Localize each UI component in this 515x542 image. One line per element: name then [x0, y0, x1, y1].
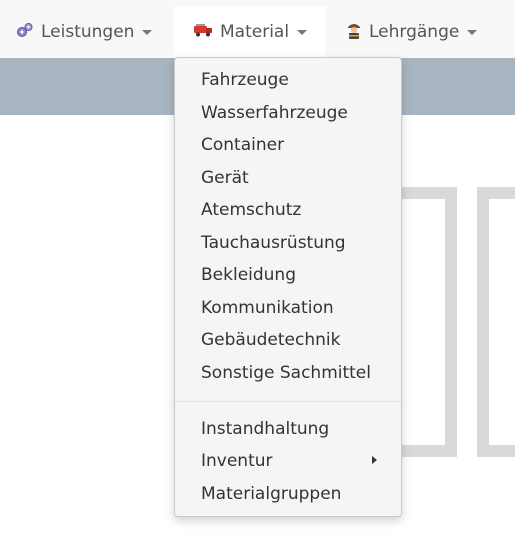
- menu-item-instandhaltung[interactable]: Instandhaltung: [201, 416, 329, 442]
- fire-truck-icon: [193, 22, 213, 42]
- nav-lehrgaenge[interactable]: Lehrgänge: [336, 6, 487, 58]
- firefighter-icon: [346, 21, 362, 44]
- gears-icon: [16, 22, 34, 43]
- material-dropdown-menu: Fahrzeuge Wasserfahrzeuge Container Gerä…: [174, 57, 402, 517]
- menu-item-gebaeudetechnik[interactable]: Gebäudetechnik: [201, 327, 340, 353]
- menu-item-sonstige-sachmittel[interactable]: Sonstige Sachmittel: [201, 360, 371, 386]
- menu-item-materialgruppen[interactable]: Materialgruppen: [201, 481, 341, 507]
- menu-item-container[interactable]: Container: [201, 132, 284, 158]
- chevron-down-icon: [142, 29, 153, 35]
- menu-item-atemschutz[interactable]: Atemschutz: [201, 197, 301, 223]
- menu-item-fahrzeuge[interactable]: Fahrzeuge: [201, 67, 289, 93]
- background-panel: [477, 187, 515, 457]
- menu-item-tauchausruestung[interactable]: Tauchausrüstung: [201, 230, 346, 256]
- top-navbar: Leistungen Material Lehrgänge: [0, 0, 515, 58]
- nav-material[interactable]: Material: [174, 6, 326, 58]
- menu-item-wasserfahrzeuge[interactable]: Wasserfahrzeuge: [201, 100, 348, 126]
- nav-material-label: Material: [220, 22, 290, 42]
- menu-item-bekleidung[interactable]: Bekleidung: [201, 262, 296, 288]
- menu-divider: [175, 401, 401, 402]
- nav-lehrgaenge-label: Lehrgänge: [369, 22, 460, 42]
- menu-item-inventur[interactable]: Inventur: [201, 448, 273, 474]
- menu-item-geraet[interactable]: Gerät: [201, 165, 249, 191]
- chevron-right-icon: [372, 456, 377, 464]
- nav-leistungen-label: Leistungen: [41, 22, 135, 42]
- chevron-down-icon: [297, 29, 308, 35]
- chevron-down-icon: [467, 29, 478, 35]
- nav-leistungen[interactable]: Leistungen: [6, 6, 162, 58]
- menu-item-kommunikation[interactable]: Kommunikation: [201, 295, 334, 321]
